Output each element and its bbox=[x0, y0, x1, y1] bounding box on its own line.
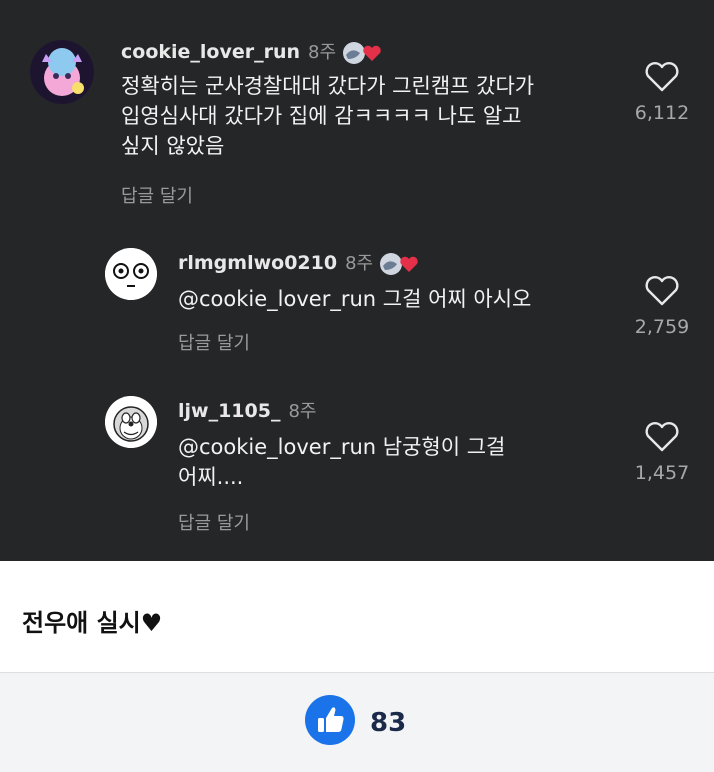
avatar-rlmgmlwo0210[interactable] bbox=[105, 248, 157, 300]
comment-text: 정확히는 군사경찰대대 갔다가 그린캠프 갔다가 입영심사대 갔다가 집에 감ㅋ… bbox=[121, 71, 534, 161]
like-count: 2,759 bbox=[634, 316, 690, 338]
like-count: 1,457 bbox=[634, 462, 690, 484]
comment-age: 8주 bbox=[308, 42, 337, 63]
avatar-ljw-1105[interactable] bbox=[105, 396, 157, 448]
avatar-cookie-lover-run[interactable] bbox=[30, 40, 94, 104]
comment-age: 8주 bbox=[345, 253, 374, 274]
footer-bar bbox=[0, 673, 714, 772]
face-avatar-icon bbox=[105, 248, 157, 300]
comment-line: 정확히는 군사경찰대대 갔다가 그린캠프 갔다가 bbox=[121, 74, 535, 98]
reply-button[interactable]: 답글 달기 bbox=[178, 329, 250, 355]
username-text[interactable]: rlmgmlwo0210 bbox=[178, 252, 337, 274]
heart-outline-icon[interactable] bbox=[642, 274, 682, 308]
comment-text: @cookie_lover_run 남궁형이 그걸 어찌.... bbox=[178, 432, 505, 492]
like-button[interactable] bbox=[305, 695, 355, 745]
post-caption: 전우애 실시♥ bbox=[22, 609, 163, 637]
comment-username[interactable]: ljw_1105_ 8주 bbox=[178, 397, 316, 423]
comment-line: 입영심사대 갔다가 집에 감ㅋㅋㅋㅋ 나도 알고 bbox=[121, 104, 522, 128]
reply-button[interactable]: 답글 달기 bbox=[178, 509, 250, 535]
comment-line: 어찌.... bbox=[178, 465, 244, 489]
cookie-avatar-icon bbox=[30, 40, 94, 104]
creator-liked-icon bbox=[379, 252, 423, 276]
heart-outline-icon[interactable] bbox=[642, 60, 682, 94]
robot-avatar-icon bbox=[105, 396, 157, 448]
comments-panel: cookie_lover_run 8주 정확히는 군사경찰대대 갔다가 그린캠프 … bbox=[0, 0, 714, 561]
username-text[interactable]: ljw_1105_ bbox=[178, 400, 280, 422]
comment-username[interactable]: cookie_lover_run 8주 bbox=[121, 38, 386, 65]
like-count: 6,112 bbox=[634, 102, 690, 124]
like-count-total: 83 bbox=[370, 708, 407, 738]
comment-username[interactable]: rlmgmlwo0210 8주 bbox=[178, 249, 423, 276]
username-text[interactable]: cookie_lover_run bbox=[121, 41, 300, 63]
creator-liked-icon bbox=[342, 41, 386, 65]
reply-button[interactable]: 답글 달기 bbox=[121, 182, 193, 208]
comment-text: @cookie_lover_run 그걸 어찌 아시오 bbox=[178, 284, 531, 314]
thumbs-up-icon bbox=[318, 707, 344, 732]
comment-line: 싶지 않았음 bbox=[121, 134, 225, 158]
comment-line: @cookie_lover_run 그걸 어찌 아시오 bbox=[178, 287, 532, 311]
heart-outline-icon[interactable] bbox=[642, 420, 682, 454]
comment-age: 8주 bbox=[288, 401, 317, 422]
comment-line: @cookie_lover_run 남궁형이 그걸 bbox=[178, 435, 506, 459]
